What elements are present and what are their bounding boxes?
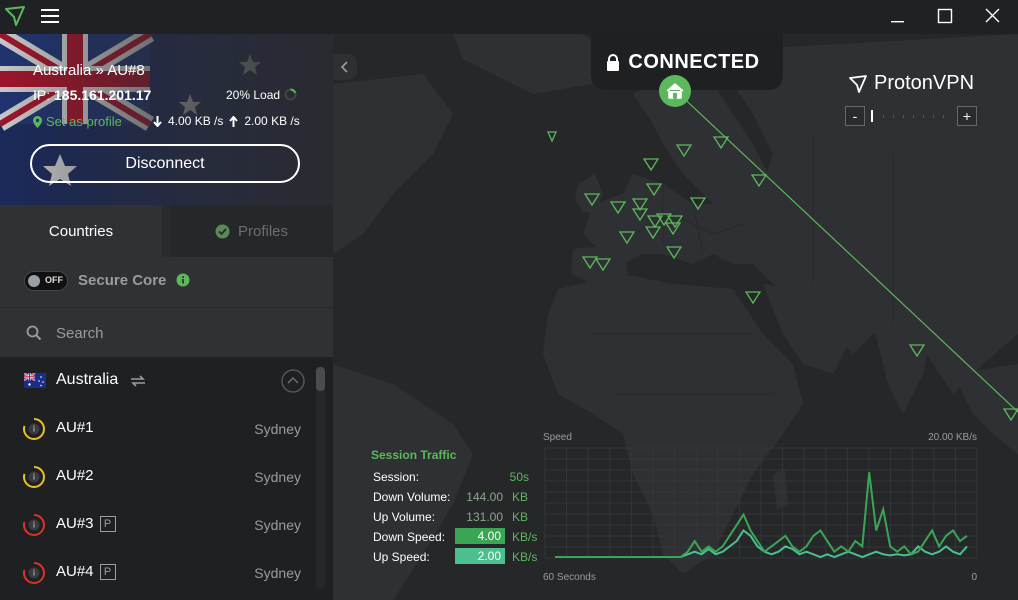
home-location-icon[interactable] <box>658 74 692 108</box>
zoom-control: - + <box>845 106 979 126</box>
collapse-sidebar-button[interactable] <box>333 54 357 80</box>
minimize-button[interactable] <box>885 6 909 26</box>
chevron-up-icon[interactable] <box>281 369 305 393</box>
server-name: AU#2 <box>56 467 94 484</box>
close-button[interactable] <box>981 6 1005 26</box>
server-city: Sydney <box>254 517 301 533</box>
server-row[interactable]: AU#1 Sydney <box>0 405 316 453</box>
check-circle-icon <box>215 224 230 238</box>
search-bar <box>0 307 333 357</box>
brand: ProtonVPN <box>848 72 974 95</box>
stat-down-volume: Down Volume: 144.00 KB <box>373 490 529 504</box>
sidebar-tabs: Countries Profiles <box>0 205 333 257</box>
title-bar <box>0 0 1018 34</box>
server-load-icon <box>23 466 45 488</box>
secure-core-label: Secure Core <box>78 272 167 289</box>
zoom-slider[interactable] <box>871 110 953 122</box>
server-name: AU#4 P <box>56 563 116 581</box>
country-name: Australia <box>56 371 119 388</box>
speed-chart: Speed 20.00 KB/s 60 Seconds 0 <box>533 432 993 592</box>
server-city: Sydney <box>254 421 301 437</box>
arrow-up-icon <box>229 115 239 127</box>
plus-badge: P <box>99 516 116 533</box>
search-input[interactable] <box>56 320 306 346</box>
toggle-knob <box>28 275 40 287</box>
stat-up-speed: Up Speed: 2.00 KB/s <box>373 548 538 564</box>
swap-arrows-icon <box>131 375 145 387</box>
download-speed: 4.00 KB /s <box>168 114 224 128</box>
maximize-button[interactable] <box>933 6 957 26</box>
search-icon <box>26 325 42 341</box>
server-city: Sydney <box>254 565 301 581</box>
tab-profiles[interactable]: Profiles <box>170 205 333 257</box>
speed-chart-plot <box>544 447 978 559</box>
map-pin-icon <box>33 115 42 128</box>
toggle-state: OFF <box>45 275 63 285</box>
australia-flag-icon <box>24 373 46 388</box>
session-traffic: Session Traffic Session: 50s Down Volume… <box>371 448 541 568</box>
server-load-icon <box>23 562 45 584</box>
scrollbar[interactable] <box>316 367 325 589</box>
tab-countries[interactable]: Countries <box>0 205 162 257</box>
connection-ip: IP: 185.161.201.17 <box>33 87 152 103</box>
stat-up-volume: Up Volume: 131.00 KB <box>373 510 529 524</box>
set-as-profile-link[interactable]: Set as profile <box>33 114 122 129</box>
zoom-in-button[interactable]: + <box>957 106 977 126</box>
plus-badge: P <box>99 564 116 581</box>
server-row[interactable]: AU#3 P Sydney <box>0 501 316 549</box>
server-list: Australia AU#1 Sydney AU#2 Sydney AU#3 P Sydne… <box>0 357 333 600</box>
server-city: Sydney <box>254 469 301 485</box>
server-row[interactable]: AU#4 P Sydney <box>0 549 316 597</box>
stat-session: Session: 50s <box>373 470 529 484</box>
hamburger-menu-icon[interactable] <box>40 7 60 25</box>
disconnect-button[interactable]: Disconnect <box>30 144 300 183</box>
server-load-icon <box>23 514 45 536</box>
server-load: 20% Load <box>226 88 281 102</box>
secure-core-toggle[interactable]: OFF <box>24 271 68 291</box>
stat-down-speed: Down Speed: 4.00 KB/s <box>373 528 538 544</box>
server-name: AU#3 P <box>56 515 116 533</box>
lock-icon <box>607 53 620 71</box>
connection-panel: Australia » AU#8 IP: 185.161.201.17 20% … <box>0 34 333 205</box>
server-row[interactable]: AU#2 Sydney <box>0 453 316 501</box>
country-row-australia[interactable]: Australia <box>0 357 316 405</box>
server-load-icon <box>23 418 45 440</box>
ip-address: 185.161.201.17 <box>54 87 152 103</box>
server-name: AU#1 <box>56 419 94 436</box>
brand-name: ProtonVPN <box>874 72 975 94</box>
arrow-down-icon <box>153 115 162 127</box>
status-text: CONNECTED <box>628 50 760 73</box>
session-traffic-title: Session Traffic <box>371 448 457 462</box>
map-area[interactable]: CONNECTED ProtonVPN - + Session Traffic … <box>333 34 1018 600</box>
load-indicator-icon <box>284 88 297 101</box>
connection-speeds: 4.00 KB /s 2.00 KB /s <box>153 114 300 128</box>
secure-core-row: OFF Secure Core <box>0 257 333 307</box>
zoom-out-button[interactable]: - <box>845 106 865 126</box>
connected-server-name: Australia » AU#8 <box>33 62 145 79</box>
sidebar: Australia » AU#8 IP: 185.161.201.17 20% … <box>0 34 333 600</box>
scroll-thumb[interactable] <box>316 367 325 391</box>
info-icon[interactable] <box>176 273 190 287</box>
upload-speed: 2.00 KB /s <box>244 114 300 128</box>
protonvpn-brand-icon <box>849 74 867 93</box>
protonvpn-logo-icon <box>5 6 25 26</box>
